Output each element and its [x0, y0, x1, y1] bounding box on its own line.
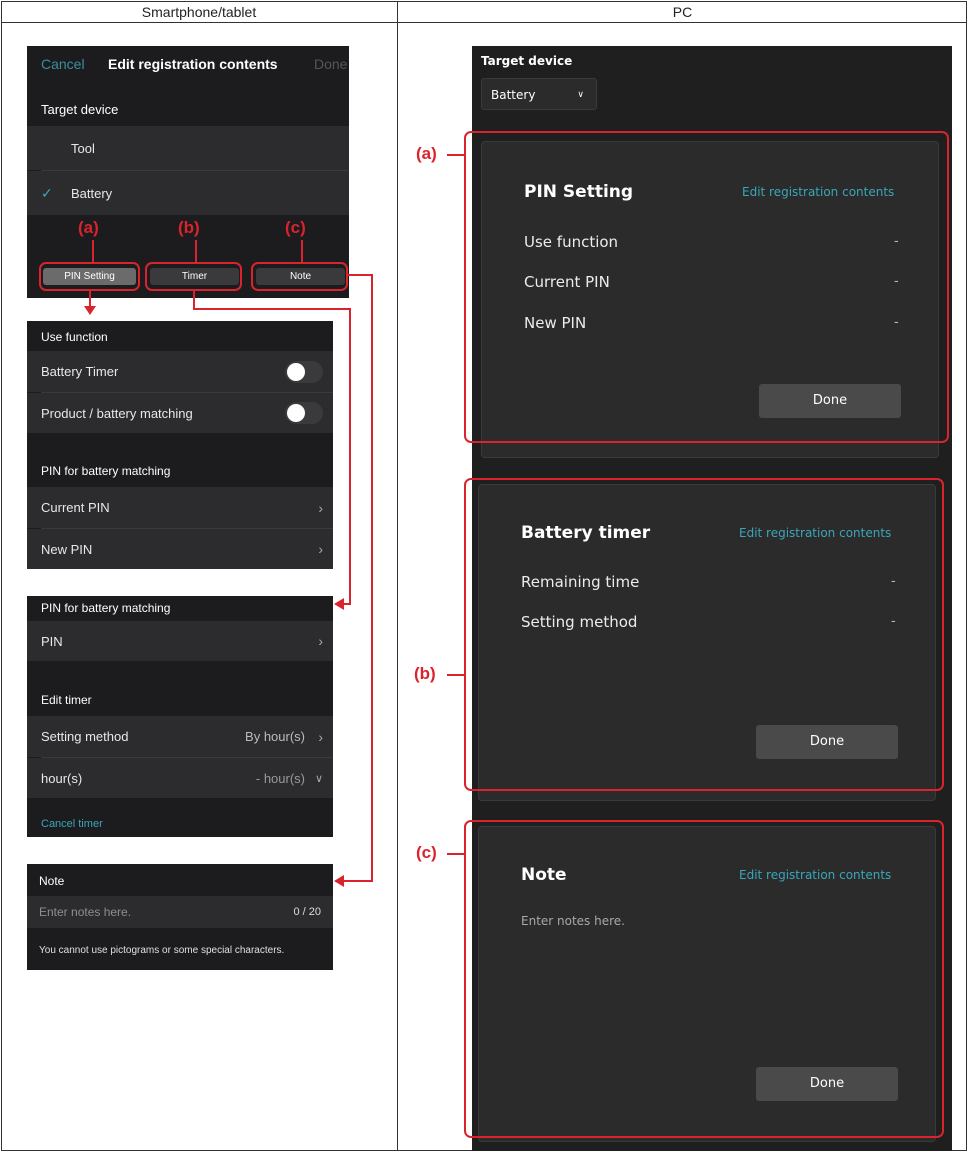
label-pc-a: (a) — [416, 144, 437, 163]
row-label: Setting method — [41, 729, 129, 744]
row-label: Current PIN — [41, 500, 110, 515]
highlight-pc-b — [464, 478, 944, 791]
label-connector — [447, 154, 464, 156]
highlight-b — [145, 262, 242, 291]
arrow-head-c — [334, 875, 344, 887]
pc-target-label: Target device — [481, 54, 573, 68]
use-function-heading: Use function — [41, 330, 108, 344]
arrow-line-b — [349, 308, 351, 605]
note-placeholder: Enter notes here. — [39, 905, 132, 919]
hours-value: - hour(s) — [255, 770, 305, 786]
new-pin-row[interactable]: New PIN › — [27, 529, 333, 569]
note-heading: Note — [39, 874, 65, 888]
note-counter: 0 / 20 — [293, 906, 321, 918]
row-label: PIN — [41, 633, 63, 649]
cancel-button[interactable]: Cancel — [41, 56, 85, 72]
column-header-pc: PC — [398, 1, 967, 23]
label-a: (a) — [78, 218, 99, 237]
screen-title: Edit registration contents — [108, 56, 278, 72]
note-input[interactable]: Enter notes here. 0 / 20 — [27, 896, 333, 928]
hours-row[interactable]: hour(s) - hour(s) ∨ — [27, 758, 333, 798]
arrow-line-c — [348, 274, 373, 276]
chevron-down-icon: ∨ — [314, 772, 323, 785]
arrow-line-b — [193, 308, 351, 310]
pc-target-select[interactable]: Battery ∨ — [481, 78, 597, 110]
checkmark-icon: ✓ — [41, 184, 53, 201]
row-label: hour(s) — [41, 770, 83, 786]
column-header-smartphone: Smartphone/tablet — [1, 1, 397, 23]
arrow-line-b — [343, 603, 351, 605]
toggle-row-battery-timer: Battery Timer — [27, 351, 333, 392]
matching-toggle[interactable] — [285, 402, 323, 424]
highlight-a — [39, 262, 140, 291]
chevron-right-icon: › — [318, 728, 323, 745]
phone-note-screen: Note Enter notes here. 0 / 20 You cannot… — [27, 864, 333, 970]
pc-target-value: Battery — [491, 88, 536, 102]
pin-matching-heading: PIN for battery matching — [41, 464, 171, 478]
column-divider — [397, 1, 398, 1151]
connector — [195, 240, 197, 262]
toggle-label: Battery Timer — [41, 364, 119, 379]
battery-timer-toggle[interactable] — [285, 361, 323, 383]
arrow-head-a — [84, 306, 96, 315]
pin-matching-heading: PIN for battery matching — [41, 601, 171, 615]
option-battery[interactable]: ✓ Battery — [27, 171, 349, 215]
option-label: Tool — [71, 140, 95, 156]
chevron-right-icon: › — [318, 541, 323, 557]
phone-pin-screen: Use function Battery Timer Product / bat… — [27, 321, 333, 569]
option-label: Battery — [71, 185, 113, 201]
edit-timer-heading: Edit timer — [41, 693, 92, 707]
pin-row[interactable]: PIN › — [27, 621, 333, 661]
label-b: (b) — [178, 218, 200, 237]
connector — [301, 240, 303, 262]
label-pc-c: (c) — [416, 843, 437, 862]
label-connector — [447, 674, 464, 676]
setting-method-row[interactable]: Setting method By hour(s) › — [27, 716, 333, 757]
target-device-heading: Target device — [41, 102, 119, 117]
highlight-c — [251, 262, 348, 291]
highlight-pc-a — [464, 131, 949, 443]
label-connector — [447, 853, 464, 855]
highlight-pc-c — [464, 820, 944, 1138]
label-c: (c) — [285, 218, 306, 237]
connector — [92, 240, 94, 262]
phone-timer-screen: PIN for battery matching PIN › Edit time… — [27, 596, 333, 837]
current-pin-row[interactable]: Current PIN › — [27, 487, 333, 528]
arrow-line-c — [371, 274, 373, 882]
toggle-label: Product / battery matching — [41, 405, 193, 421]
chevron-down-icon: ∨ — [577, 90, 584, 100]
cancel-timer-link[interactable]: Cancel timer — [41, 818, 103, 830]
note-hint: You cannot use pictograms or some specia… — [39, 945, 285, 956]
label-pc-b: (b) — [414, 664, 436, 683]
arrow-line-c — [343, 880, 373, 882]
option-tool[interactable]: Tool — [27, 126, 349, 170]
chevron-right-icon: › — [318, 499, 323, 516]
arrow-head-b — [334, 598, 344, 610]
done-button[interactable]: Done — [314, 56, 347, 72]
row-label: New PIN — [41, 541, 93, 557]
toggle-row-matching: Product / battery matching — [27, 393, 333, 433]
setting-method-value: By hour(s) — [245, 729, 305, 744]
chevron-right-icon: › — [318, 633, 323, 649]
